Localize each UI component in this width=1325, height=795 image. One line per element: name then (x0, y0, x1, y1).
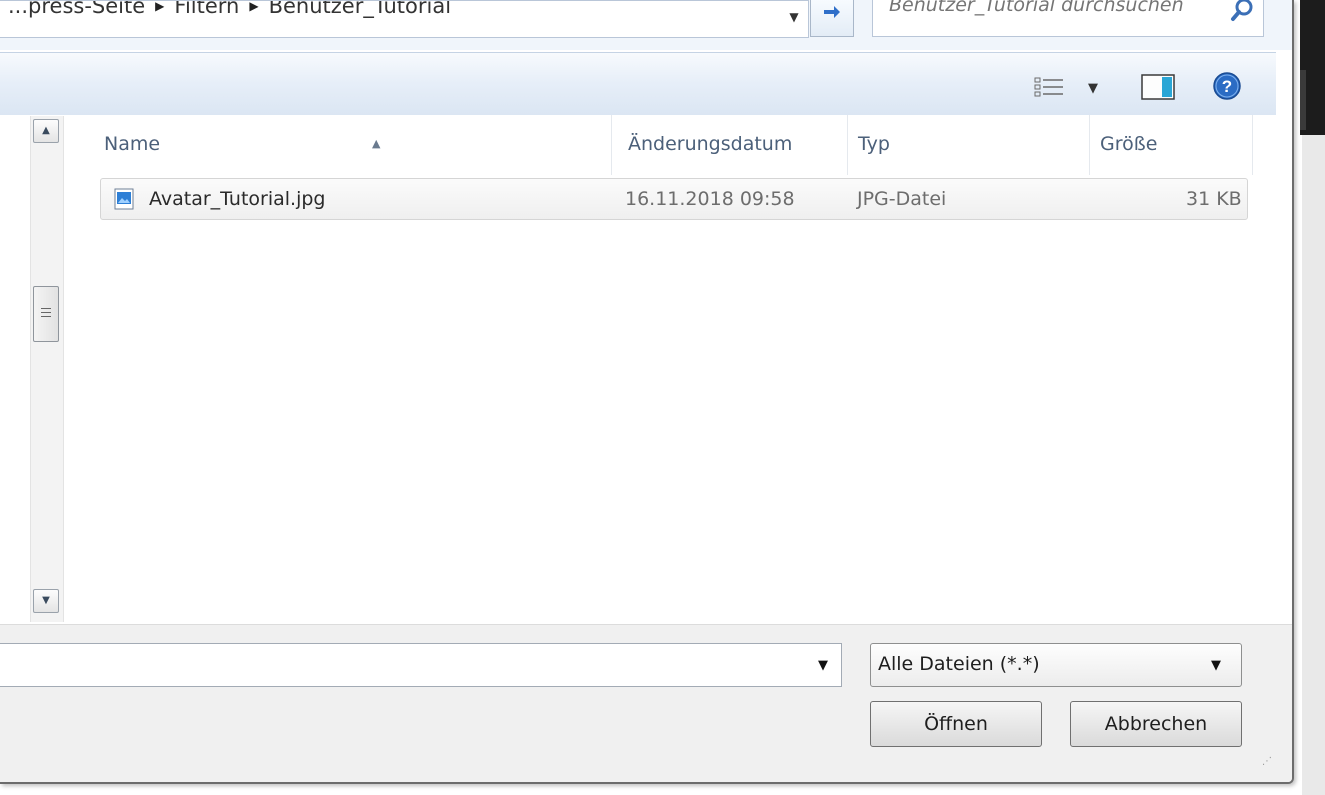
file-name: Avatar_Tutorial.jpg (149, 188, 326, 210)
resize-grip-icon[interactable]: ⋰ (1262, 756, 1273, 767)
address-bar[interactable]: ...press-Seite ▶ Filtern ▶ Benutzer_Tuto… (0, 0, 809, 38)
filetype-select[interactable]: Alle Dateien (*.*) ▼ (870, 643, 1242, 687)
search-box[interactable] (872, 0, 1264, 37)
image-file-icon (114, 188, 134, 210)
column-header-size[interactable]: Größe (1090, 115, 1253, 175)
refresh-icon (824, 6, 840, 18)
column-header-name[interactable]: Name ▲ (94, 115, 612, 175)
column-header-label: Änderungsdatum (628, 133, 793, 155)
svg-text:?: ? (1222, 77, 1232, 96)
column-header-label: Größe (1100, 133, 1158, 155)
breadcrumb-item[interactable]: Benutzer_Tutorial (261, 1, 459, 18)
nav-scrollbar[interactable]: ▲ ▼ (30, 116, 64, 622)
breadcrumb-separator-icon[interactable]: ▶ (153, 1, 166, 13)
dialog-footer: ▼ Alle Dateien (*.*) ▼ Öffnen Abbrechen (0, 624, 1292, 782)
breadcrumb: ...press-Seite ▶ Filtern ▶ Benutzer_Tuto… (0, 1, 459, 23)
background-window-edge (1300, 0, 1325, 795)
search-icon[interactable] (1229, 0, 1257, 24)
breadcrumb-item[interactable]: ...press-Seite (0, 1, 153, 18)
file-list: Name ▲ Änderungsdatum Typ Größe Avatar_T… (68, 115, 1276, 623)
filetype-selected-value: Alle Dateien (*.*) (878, 653, 1040, 675)
help-icon[interactable]: ? (1212, 71, 1242, 101)
open-file-dialog: ...press-Seite ▶ Filtern ▶ Benutzer_Tuto… (0, 0, 1294, 784)
breadcrumb-item[interactable]: Filtern (166, 1, 247, 18)
column-header-type[interactable]: Typ (848, 115, 1090, 175)
file-type: JPG-Datei (857, 188, 947, 210)
filename-input[interactable] (0, 644, 804, 688)
filetype-dropdown-icon[interactable]: ▼ (1211, 658, 1221, 673)
filename-combobox[interactable]: ▼ (0, 643, 842, 688)
scroll-down-arrow-icon[interactable]: ▼ (33, 589, 59, 613)
open-button[interactable]: Öffnen (870, 701, 1042, 747)
cancel-button[interactable]: Abbrechen (1070, 701, 1242, 747)
refresh-button[interactable] (810, 0, 854, 37)
file-size: 31 KB (1186, 188, 1242, 210)
sort-ascending-icon: ▲ (372, 137, 381, 150)
file-date: 16.11.2018 09:58 (625, 188, 795, 210)
column-header-label: Name (104, 133, 161, 155)
view-options-icon[interactable] (1034, 77, 1064, 99)
column-header-label: Typ (858, 133, 890, 155)
scroll-thumb[interactable] (33, 286, 59, 342)
file-row[interactable]: Avatar_Tutorial.jpg 16.11.2018 09:58 JPG… (100, 178, 1248, 220)
filename-dropdown-icon[interactable]: ▼ (818, 658, 828, 673)
toolbar-edge (1276, 52, 1292, 114)
address-history-dropdown-icon[interactable]: ▼ (786, 9, 802, 25)
scroll-up-arrow-icon[interactable]: ▲ (33, 119, 59, 143)
column-header-date[interactable]: Änderungsdatum (618, 115, 848, 175)
search-input[interactable] (873, 0, 1231, 23)
preview-pane-icon[interactable] (1141, 74, 1175, 100)
breadcrumb-separator-icon[interactable]: ▶ (247, 1, 260, 13)
view-dropdown-arrow-icon[interactable]: ▼ (1088, 81, 1098, 96)
command-toolbar: ▼ ? (0, 52, 1276, 116)
